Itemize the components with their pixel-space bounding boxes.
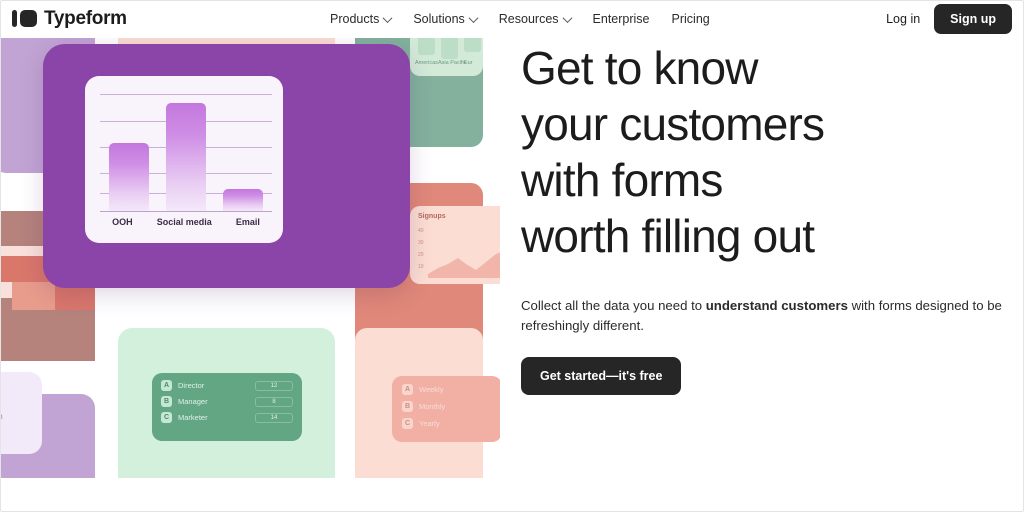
nav-actions: Log in Sign up	[886, 0, 1012, 38]
signups-y-tick-10: 10	[418, 264, 424, 270]
signups-card: Signups 40 30 20 10	[410, 206, 500, 284]
chevron-down-icon	[562, 12, 572, 23]
nav-item-products[interactable]: Products	[330, 12, 393, 26]
signup-button[interactable]: Sign up	[934, 4, 1012, 34]
frequency-key-b: B	[402, 401, 413, 412]
collage-email-card-line2: ny.com	[0, 411, 3, 421]
frequency-row: C Yearly	[402, 418, 492, 429]
frequency-key-c: C	[402, 418, 413, 429]
typeform-landing-page: Typeform Products Solutions Resources En…	[0, 0, 1024, 512]
chart-bar-social-media	[165, 103, 206, 211]
role-key-a: A	[161, 380, 172, 391]
login-link[interactable]: Log in	[886, 12, 920, 26]
frequency-label-weekly: Weekly	[419, 385, 444, 394]
collage-email-card	[0, 372, 42, 454]
collage-region-bar-1	[418, 38, 435, 55]
headline-line-3: with forms	[521, 154, 723, 207]
bar-chart-plot	[96, 88, 272, 212]
role-key-c: C	[161, 412, 172, 423]
chart-label-social-media: Social media	[156, 217, 212, 227]
nav-item-solutions[interactable]: Solutions	[413, 12, 479, 26]
chart-label-ooh: OOH	[112, 217, 133, 227]
page-footer-spacer	[0, 478, 1024, 512]
role-value-director: 12	[255, 380, 293, 391]
role-key-b: B	[161, 396, 172, 407]
nav-label-resources: Resources	[498, 12, 559, 26]
nav-label-products: Products	[330, 12, 380, 26]
collage-region-label-asia-pacific: Asia Pacific	[438, 60, 467, 66]
nav-item-enterprise[interactable]: Enterprise	[593, 12, 650, 26]
hero-subcopy: Collect all the data you need to underst…	[521, 296, 1011, 336]
signups-y-tick-20: 20	[418, 252, 424, 258]
role-label-marketer: Marketer	[178, 413, 208, 422]
brand-name: Typeform	[44, 7, 127, 29]
frequency-panel: A Weekly B Monthly C Yearly	[392, 376, 500, 442]
chart-x-axis	[100, 211, 272, 212]
chart-bar-email	[223, 188, 264, 211]
signups-area-chart	[428, 252, 500, 278]
top-navigation-bar: Typeform Products Solutions Resources En…	[0, 0, 1024, 38]
chart-bars	[100, 88, 272, 211]
bar-chart-card: OOH Social media Email	[85, 76, 283, 243]
page-title: Get to know your customers with forms wo…	[521, 40, 1021, 264]
nav-label-solutions: Solutions	[413, 12, 465, 26]
collage-region-label-europe: Eur	[464, 60, 473, 66]
roles-row: C Marketer 14	[161, 412, 293, 423]
subcopy-bold: understand customers	[705, 298, 848, 314]
chart-x-labels: OOH Social media Email	[96, 217, 272, 227]
role-label-manager: Manager	[178, 397, 208, 406]
signups-y-tick-30: 30	[418, 240, 424, 246]
chevron-down-icon	[382, 12, 393, 23]
nav-label-enterprise: Enterprise	[592, 12, 650, 26]
roles-row: B Manager 8	[161, 396, 293, 407]
collage-region-label-americas: Americas	[415, 60, 438, 66]
signups-y-tick-40: 40	[418, 228, 424, 234]
hero-content: Get to know your customers with forms wo…	[521, 38, 1021, 396]
headline-line-1: Get to know	[521, 42, 758, 94]
frequency-label-yearly: Yearly	[419, 419, 440, 428]
nav-item-resources[interactable]: Resources	[498, 12, 572, 26]
chart-bar-ooh	[108, 142, 149, 211]
nav-menu: Products Solutions Resources Enterprise …	[330, 0, 710, 38]
collage-region-bar-2	[441, 38, 458, 59]
role-value-manager: 8	[255, 396, 293, 407]
headline-line-4: worth filling out	[521, 210, 815, 263]
role-label-director: Director	[178, 381, 205, 390]
frequency-row: A Weekly	[402, 384, 492, 395]
chart-label-email: Email	[235, 217, 260, 227]
roles-panel: A Director 12 B Manager 8 C Marketer 14	[152, 373, 302, 441]
get-started-button[interactable]: Get started—it's free	[521, 357, 682, 396]
subcopy-pre: Collect all the data you need to	[521, 298, 706, 314]
frequency-label-monthly: Monthly	[419, 402, 446, 411]
headline-line-2: your customers	[521, 98, 825, 151]
frequency-key-a: A	[402, 384, 413, 395]
chevron-down-icon	[468, 12, 479, 23]
nav-label-pricing: Pricing	[671, 12, 710, 26]
frequency-row: B Monthly	[402, 401, 492, 412]
roles-row: A Director 12	[161, 380, 293, 391]
typeform-logo-icon	[12, 10, 37, 27]
signups-card-title: Signups	[418, 213, 446, 220]
nav-item-pricing[interactable]: Pricing	[672, 12, 710, 26]
brand-logo[interactable]: Typeform	[12, 8, 127, 30]
role-value-marketer: 14	[255, 412, 293, 423]
collage-region-bar-3	[464, 38, 481, 52]
